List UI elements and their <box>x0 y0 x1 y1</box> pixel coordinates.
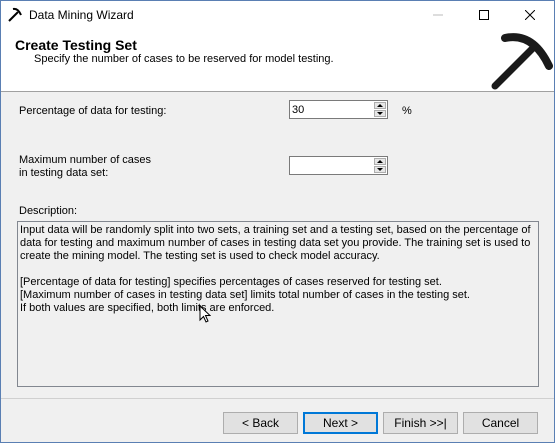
arrow-down-icon <box>377 168 383 171</box>
next-button[interactable]: Next > <box>303 412 378 434</box>
maximize-icon <box>479 9 489 20</box>
spin-up-button[interactable] <box>374 102 386 109</box>
minimize-button[interactable] <box>415 1 461 28</box>
close-button[interactable] <box>507 1 553 28</box>
description-box[interactable]: Input data will be randomly split into t… <box>17 221 539 387</box>
page-title: Create Testing Set <box>15 37 137 53</box>
spin-down-button[interactable] <box>374 166 386 173</box>
max-cases-label-line1: Maximum number of cases <box>19 154 152 166</box>
max-cases-spin-buttons <box>374 158 386 173</box>
percentage-unit: % <box>402 105 412 117</box>
title-bar: Data Mining Wizard <box>1 1 554 28</box>
description-line: [Percentage of data for testing] specifi… <box>20 276 442 288</box>
description-line: [Maximum number of cases in testing data… <box>20 289 470 301</box>
arrow-down-icon <box>377 112 383 115</box>
wizard-window: Data Mining Wizard Create Testing Set Sp… <box>0 0 555 443</box>
wizard-header: Create Testing Set Specify the number of… <box>1 28 554 92</box>
arrow-up-icon <box>377 104 383 107</box>
max-cases-input[interactable] <box>292 158 372 173</box>
percentage-spinner[interactable] <box>289 100 388 119</box>
description-line: If both values are specified, both limit… <box>20 302 275 314</box>
description-label: Description: <box>19 205 78 217</box>
back-button[interactable]: < Back <box>223 412 298 434</box>
finish-button[interactable]: Finish >>| <box>383 412 458 434</box>
maximize-button[interactable] <box>461 1 507 28</box>
percentage-spin-buttons <box>374 102 386 117</box>
mouse-cursor-icon <box>199 305 211 323</box>
close-icon <box>525 9 535 20</box>
cancel-button[interactable]: Cancel <box>463 412 538 434</box>
percentage-input[interactable] <box>292 102 372 117</box>
max-cases-spinner[interactable] <box>289 156 388 175</box>
percentage-label: Percentage of data for testing: <box>19 105 167 117</box>
minimize-icon <box>433 14 443 15</box>
pickaxe-icon <box>8 7 22 22</box>
page-subtitle: Specify the number of cases to be reserv… <box>34 53 334 65</box>
max-cases-label-line2: in testing data set: <box>19 167 109 179</box>
spin-up-button[interactable] <box>374 158 386 165</box>
arrow-up-icon <box>377 160 383 163</box>
pickaxe-icon <box>491 33 553 90</box>
spin-down-button[interactable] <box>374 110 386 117</box>
wizard-footer: < Back Next > Finish >>| Cancel <box>1 398 554 442</box>
description-paragraph: Input data will be randomly split into t… <box>20 224 531 262</box>
window-title: Data Mining Wizard <box>29 8 134 22</box>
wizard-content: Percentage of data for testing: % Maximu… <box>1 92 554 397</box>
